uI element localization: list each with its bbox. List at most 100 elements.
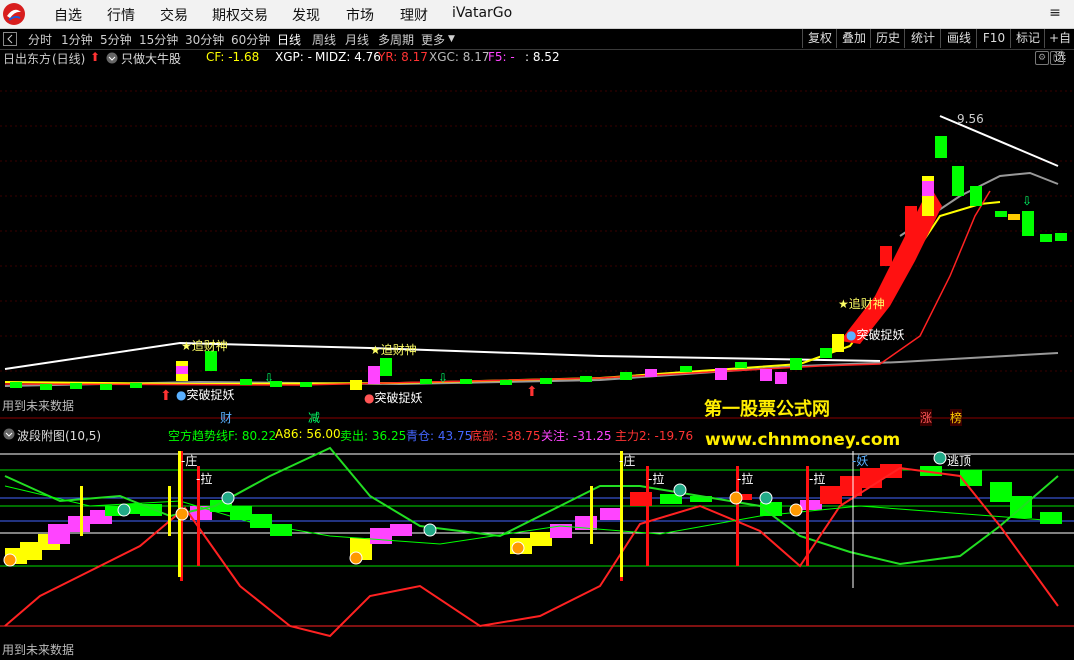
- period-monthly[interactable]: 月线: [345, 31, 369, 48]
- tool-overlay-button[interactable]: 叠加: [836, 29, 871, 48]
- watermark-title: 第一股票公式网: [704, 399, 830, 420]
- chevron-down-icon[interactable]: ▼: [448, 34, 455, 44]
- marker-zhuang-1: -庄: [181, 454, 198, 468]
- candle: [820, 348, 832, 358]
- candle: [10, 382, 22, 388]
- tool-add-watch-button[interactable]: +自选: [1044, 29, 1074, 64]
- candle: [460, 379, 472, 384]
- period-timeshare[interactable]: 分时: [28, 31, 52, 48]
- info-midz: MIDZ: 4.76: [315, 50, 381, 64]
- info-cf: CF: -1.68: [206, 50, 260, 64]
- period-weekly[interactable]: 周线: [312, 31, 336, 48]
- chart-area: ⬆ ⬆ ⇩ ⇩ ⇩: [0, 90, 1074, 638]
- tag-bang: 榜: [950, 409, 963, 426]
- candle: [130, 383, 142, 388]
- red-up-arrow-icon: ⬆: [526, 384, 538, 400]
- period-60min[interactable]: 60分钟: [231, 31, 270, 48]
- candle: [952, 166, 964, 196]
- candle: [995, 211, 1007, 217]
- subchart-title[interactable]: 波段附图(10,5): [17, 427, 101, 444]
- candle: [1022, 211, 1034, 236]
- sub-value-zhuli2: 主力2: -19.76: [615, 429, 694, 443]
- candle: [420, 379, 432, 384]
- yellow-line: [4, 201, 1001, 386]
- subchart-dropdown-icon[interactable]: [3, 428, 15, 440]
- marker-yao: -妖: [852, 454, 869, 468]
- candle: [1055, 233, 1067, 241]
- collapse-icon[interactable]: [3, 32, 17, 46]
- down-chevron-icon: [117, 503, 131, 517]
- tool-draw-button[interactable]: 画线: [940, 29, 977, 48]
- indicator-name[interactable]: 只做大牛股: [121, 50, 181, 67]
- candle: [620, 372, 632, 380]
- candle: [580, 376, 592, 382]
- period-daily[interactable]: 日线: [277, 31, 301, 48]
- candle: [540, 378, 552, 384]
- marker-la-2: -拉: [648, 472, 665, 486]
- green-down-arrow-icon: ⇩: [264, 371, 274, 385]
- period-multi[interactable]: 多周期: [378, 31, 414, 48]
- candle: [40, 384, 52, 390]
- sub-step-bar: [68, 516, 90, 532]
- sub-step-bar: [990, 482, 1012, 502]
- period-30min[interactable]: 30分钟: [185, 31, 224, 48]
- marker-taoding: 逃顶: [947, 454, 972, 468]
- menu-item-wealth[interactable]: 理财: [400, 5, 428, 25]
- menu-item-market[interactable]: 行情: [107, 5, 135, 25]
- signal-tupo-1: ●突破捉妖: [176, 388, 235, 402]
- candle: [645, 369, 657, 377]
- menu-icon[interactable]: ≡: [1046, 4, 1064, 22]
- info-last: : 8.52: [525, 50, 560, 64]
- menu-item-options[interactable]: 期权交易: [212, 5, 268, 25]
- period-more[interactable]: 更多: [421, 31, 445, 48]
- tool-f10-button[interactable]: F10: [976, 29, 1011, 48]
- dropdown-icon[interactable]: [106, 52, 118, 64]
- candle: [922, 181, 934, 196]
- candle: [176, 366, 188, 374]
- menu-item-trade[interactable]: 交易: [160, 5, 188, 25]
- sub-step-bar: [880, 464, 902, 478]
- tool-stats-button[interactable]: 统计: [904, 29, 941, 48]
- sub-step-bar: [600, 508, 622, 520]
- candle: [240, 379, 252, 385]
- signal-zhuicaishen-3: ★追财神: [838, 297, 885, 311]
- maximize-icon[interactable]: ▢: [1050, 51, 1064, 65]
- marker-la-1: -拉: [196, 472, 213, 486]
- tool-mark-button[interactable]: 标记: [1010, 29, 1045, 48]
- sub-footnote: 用到未来数据: [2, 643, 75, 657]
- candle: [880, 246, 892, 266]
- menu-bar: 自选 行情 交易 期权交易 发现 市场 理财 iVatarGo ≡: [0, 0, 1074, 29]
- green-down-arrow-icon: ⇩: [438, 371, 448, 385]
- sub-value-kongfang: 空方趋势线F: 80.22: [168, 429, 277, 443]
- sub-step-bar: [860, 468, 882, 488]
- menu-item-watchlist[interactable]: 自选: [54, 5, 82, 25]
- down-chevron-icon: [933, 451, 947, 465]
- period-5min[interactable]: 5分钟: [100, 31, 132, 48]
- marker-la-3: -拉: [737, 472, 754, 486]
- tool-adjust-button[interactable]: 复权: [802, 29, 837, 48]
- settings-icon[interactable]: ⚙: [1035, 51, 1049, 65]
- menu-item-discover[interactable]: 发现: [292, 5, 320, 25]
- sub-step-bar: [530, 532, 552, 546]
- green-down-arrow-icon: ⇩: [1022, 194, 1032, 208]
- signal-tupo-2: ●突破捉妖: [364, 391, 423, 405]
- up-chevron-icon: [789, 503, 803, 517]
- candle: [1008, 214, 1020, 220]
- menu-item-ivatargo[interactable]: iVatarGo: [452, 5, 512, 21]
- sub-value-maichu: 卖出: 36.25: [340, 429, 407, 443]
- down-chevron-icon: [423, 523, 437, 537]
- period-15min[interactable]: 15分钟: [139, 31, 178, 48]
- stock-name: 日出东方: [3, 52, 52, 66]
- menu-item-markets[interactable]: 市场: [346, 5, 374, 25]
- candle: [100, 384, 112, 390]
- sub-step-bar: [48, 524, 70, 544]
- gray-line: [4, 352, 1059, 387]
- period-1min[interactable]: 1分钟: [61, 31, 93, 48]
- sub-value-guanzhu: 关注: -31.25: [541, 429, 612, 443]
- app-logo-icon: [3, 3, 25, 25]
- tool-history-button[interactable]: 历史: [870, 29, 905, 48]
- down-chevron-icon: [673, 483, 687, 497]
- down-chevron-icon: [221, 491, 235, 505]
- stock-period: (日线): [52, 52, 86, 66]
- up-chevron-icon: [175, 507, 189, 521]
